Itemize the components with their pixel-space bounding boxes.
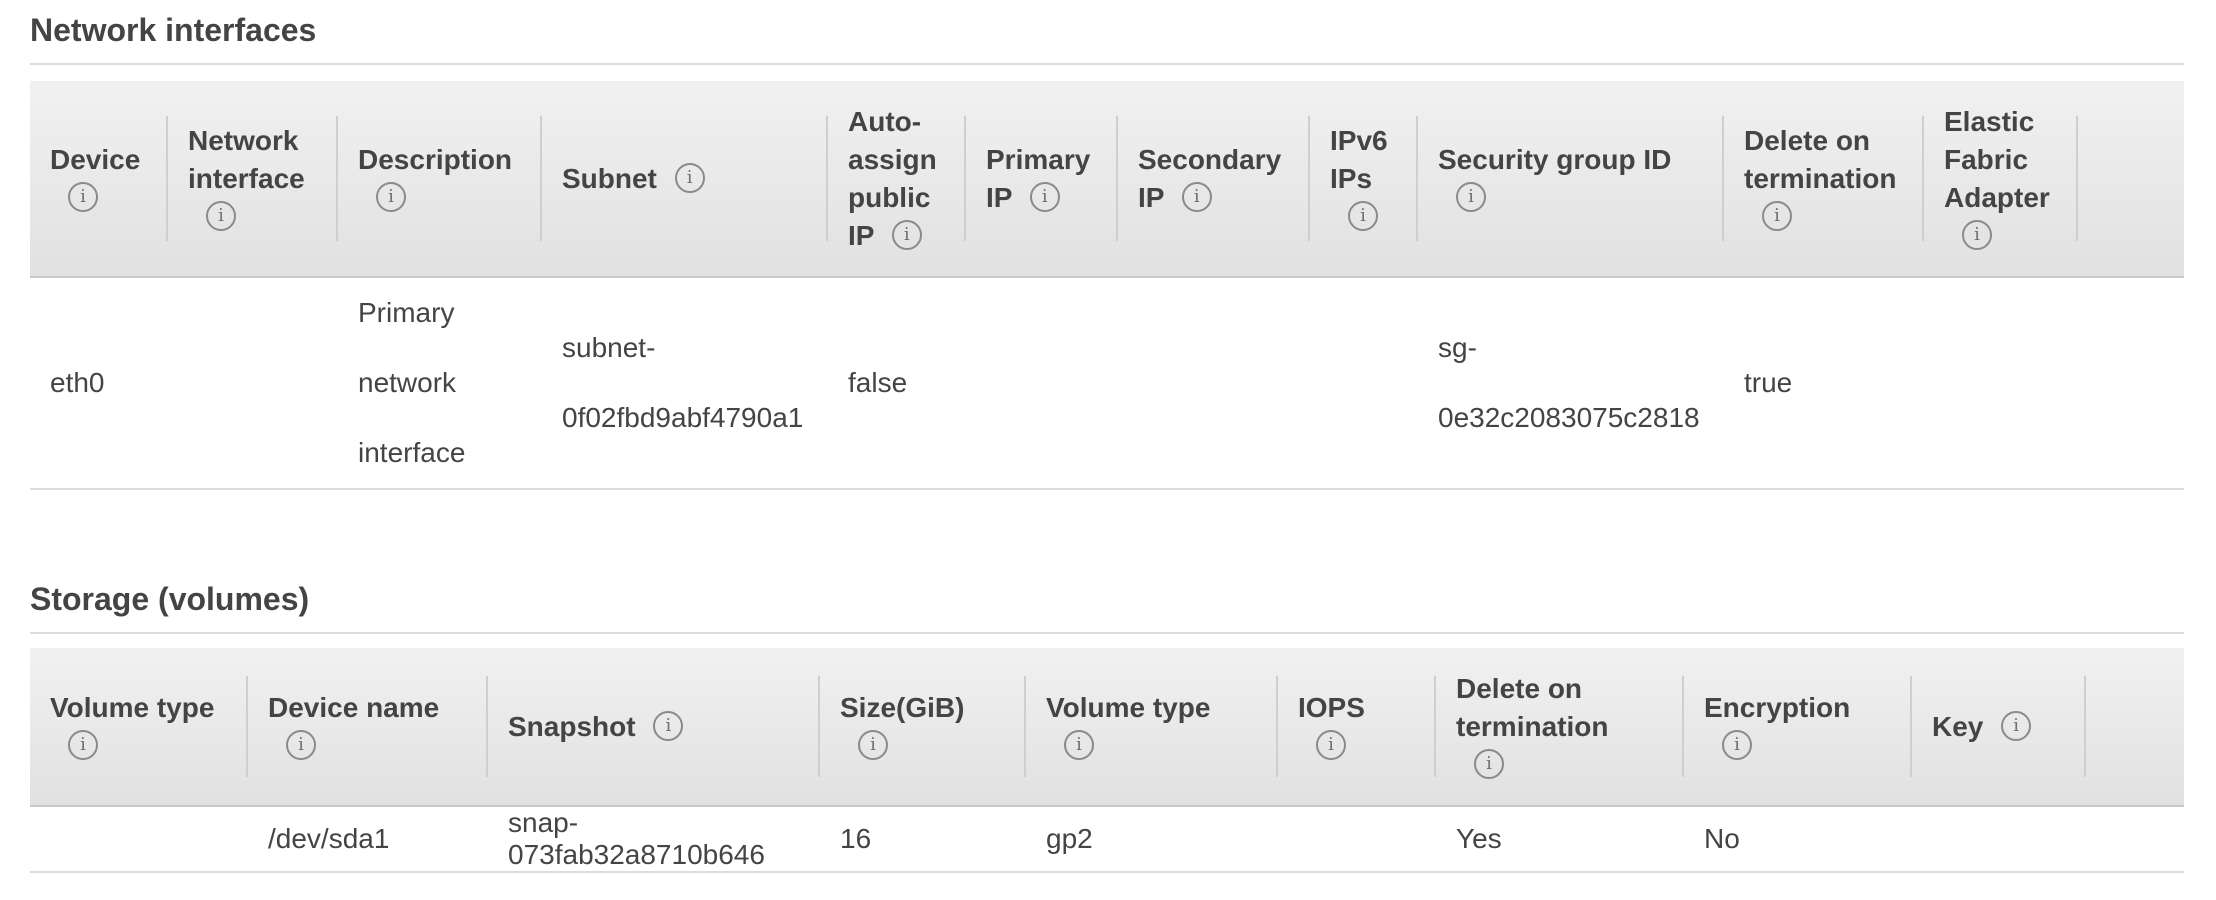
table-row[interactable]: eth0 Primary network interface subnet-0f… — [30, 277, 2184, 490]
col-label: Network interface — [188, 124, 305, 194]
table-header-row: Volume type i Device name i Snapshot i S… — [30, 648, 2184, 807]
col-delete-on-termination[interactable]: Delete on termination i — [1436, 648, 1684, 807]
cell-iops — [1278, 806, 1436, 873]
storage-table: Volume type i Device name i Snapshot i S… — [30, 648, 2184, 873]
network-interfaces-divider — [30, 63, 2184, 65]
col-key[interactable]: Key i — [1912, 648, 2086, 807]
col-device-name[interactable]: Device name i — [248, 648, 488, 807]
col-label: Security group ID — [1438, 143, 1672, 175]
cell-encryption: No — [1684, 806, 1912, 873]
info-icon[interactable]: i — [286, 730, 316, 761]
col-label: Description — [358, 143, 513, 175]
cell-ipv6-ips — [1310, 277, 1418, 490]
cell-volume-type — [30, 806, 248, 873]
cell-secondary-ip — [1118, 277, 1310, 490]
security-group-text: sg-0e32c2083075c2818 — [1438, 332, 1700, 433]
storage-title: Storage (volumes) — [30, 581, 310, 617]
col-size-gib[interactable]: Size(GiB) i — [820, 648, 1026, 807]
info-icon[interactable]: i — [1316, 730, 1346, 761]
col-label: Device — [50, 143, 141, 175]
col-label: Volume type — [50, 691, 215, 723]
subnet-text: subnet-0f02fbd9abf4790a1 — [562, 332, 804, 433]
col-empty — [2078, 81, 2184, 278]
cell-device: eth0 — [30, 277, 168, 490]
network-interfaces-table: Device i Network interface i Description… — [30, 81, 2184, 490]
cell-primary-ip — [966, 277, 1118, 490]
col-primary-ip[interactable]: Primary IP i — [966, 81, 1118, 278]
col-label: Size(GiB) — [840, 691, 965, 723]
col-label: Volume type — [1046, 691, 1211, 723]
col-iops[interactable]: IOPS i — [1278, 648, 1436, 807]
info-icon[interactable]: i — [1722, 730, 1752, 761]
col-label: Key — [1932, 710, 1984, 742]
cell-auto-assign-public-ip: false — [828, 277, 966, 490]
col-security-group-id[interactable]: Security group ID i — [1418, 81, 1724, 278]
col-volume-type-2[interactable]: Volume type i — [1026, 648, 1278, 807]
cell-key — [1912, 806, 2086, 873]
info-icon[interactable]: i — [858, 730, 888, 761]
info-icon[interactable]: i — [68, 730, 98, 761]
storage-divider — [30, 632, 2184, 634]
info-icon[interactable]: i — [1064, 730, 1094, 761]
info-icon[interactable]: i — [1762, 201, 1792, 232]
info-icon[interactable]: i — [1456, 182, 1486, 213]
col-ipv6-ips[interactable]: IPv6 IPs i — [1310, 81, 1418, 278]
col-label: Subnet — [562, 162, 657, 194]
network-interfaces-title: Network interfaces — [30, 12, 317, 48]
table-row[interactable]: /dev/sda1 snap-073fab32a8710b646 16 gp2 … — [30, 806, 2184, 873]
col-subnet[interactable]: Subnet i — [542, 81, 828, 278]
col-device[interactable]: Device i — [30, 81, 168, 278]
cell-description: Primary network interface — [338, 277, 542, 490]
info-icon[interactable]: i — [68, 182, 98, 213]
cell-subnet: subnet-0f02fbd9abf4790a1 — [542, 277, 828, 490]
table-header-row: Device i Network interface i Description… — [30, 81, 2184, 278]
cell-device-name: /dev/sda1 — [248, 806, 488, 873]
col-snapshot[interactable]: Snapshot i — [488, 648, 820, 807]
info-icon[interactable]: i — [1181, 182, 1212, 213]
col-auto-assign-public-ip[interactable]: Auto-assign public IP i — [828, 81, 966, 278]
info-icon[interactable]: i — [2001, 711, 2032, 742]
info-icon[interactable]: i — [1029, 182, 1060, 213]
info-icon[interactable]: i — [206, 201, 236, 232]
col-label: Delete on termination — [1456, 672, 1609, 742]
col-label: IPv6 IPs — [1330, 124, 1388, 194]
cell-delete-on-termination: Yes — [1436, 806, 1684, 873]
col-label: IOPS — [1298, 691, 1365, 723]
cell-snapshot: snap-073fab32a8710b646 — [488, 806, 820, 873]
col-secondary-ip[interactable]: Secondary IP i — [1118, 81, 1310, 278]
info-icon[interactable]: i — [376, 182, 406, 213]
cell-empty — [2078, 277, 2184, 490]
col-volume-type[interactable]: Volume type i — [30, 648, 248, 807]
info-icon[interactable]: i — [1348, 201, 1378, 232]
info-icon[interactable]: i — [674, 163, 705, 194]
cell-volume-type-value: gp2 — [1026, 806, 1278, 873]
col-label: Device name — [268, 691, 440, 723]
col-label: Delete on termination — [1744, 124, 1897, 194]
cell-network-interface — [168, 277, 338, 490]
info-icon[interactable]: i — [1474, 749, 1504, 780]
info-icon[interactable]: i — [891, 220, 922, 251]
col-label: Elastic Fabric Adapter — [1944, 105, 2050, 213]
col-network-interface[interactable]: Network interface i — [168, 81, 338, 278]
col-elastic-fabric-adapter[interactable]: Elastic Fabric Adapter i — [1924, 81, 2078, 278]
col-description[interactable]: Description i — [338, 81, 542, 278]
col-label: Snapshot — [508, 710, 636, 742]
info-icon[interactable]: i — [653, 711, 684, 742]
cell-security-group-id: sg-0e32c2083075c2818 — [1418, 277, 1724, 490]
info-icon[interactable]: i — [1962, 220, 1992, 251]
col-delete-on-termination[interactable]: Delete on termination i — [1724, 81, 1924, 278]
snapshot-text: snap-073fab32a8710b646 — [508, 807, 765, 870]
col-empty — [2086, 648, 2184, 807]
cell-empty — [2086, 806, 2184, 873]
description-text: Primary network interface — [358, 297, 466, 468]
col-label: Encryption — [1704, 691, 1851, 723]
cell-size-gib: 16 — [820, 806, 1026, 873]
cell-delete-on-termination: true — [1724, 277, 1924, 490]
cell-elastic-fabric-adapter — [1924, 277, 2078, 490]
col-encryption[interactable]: Encryption i — [1684, 648, 1912, 807]
